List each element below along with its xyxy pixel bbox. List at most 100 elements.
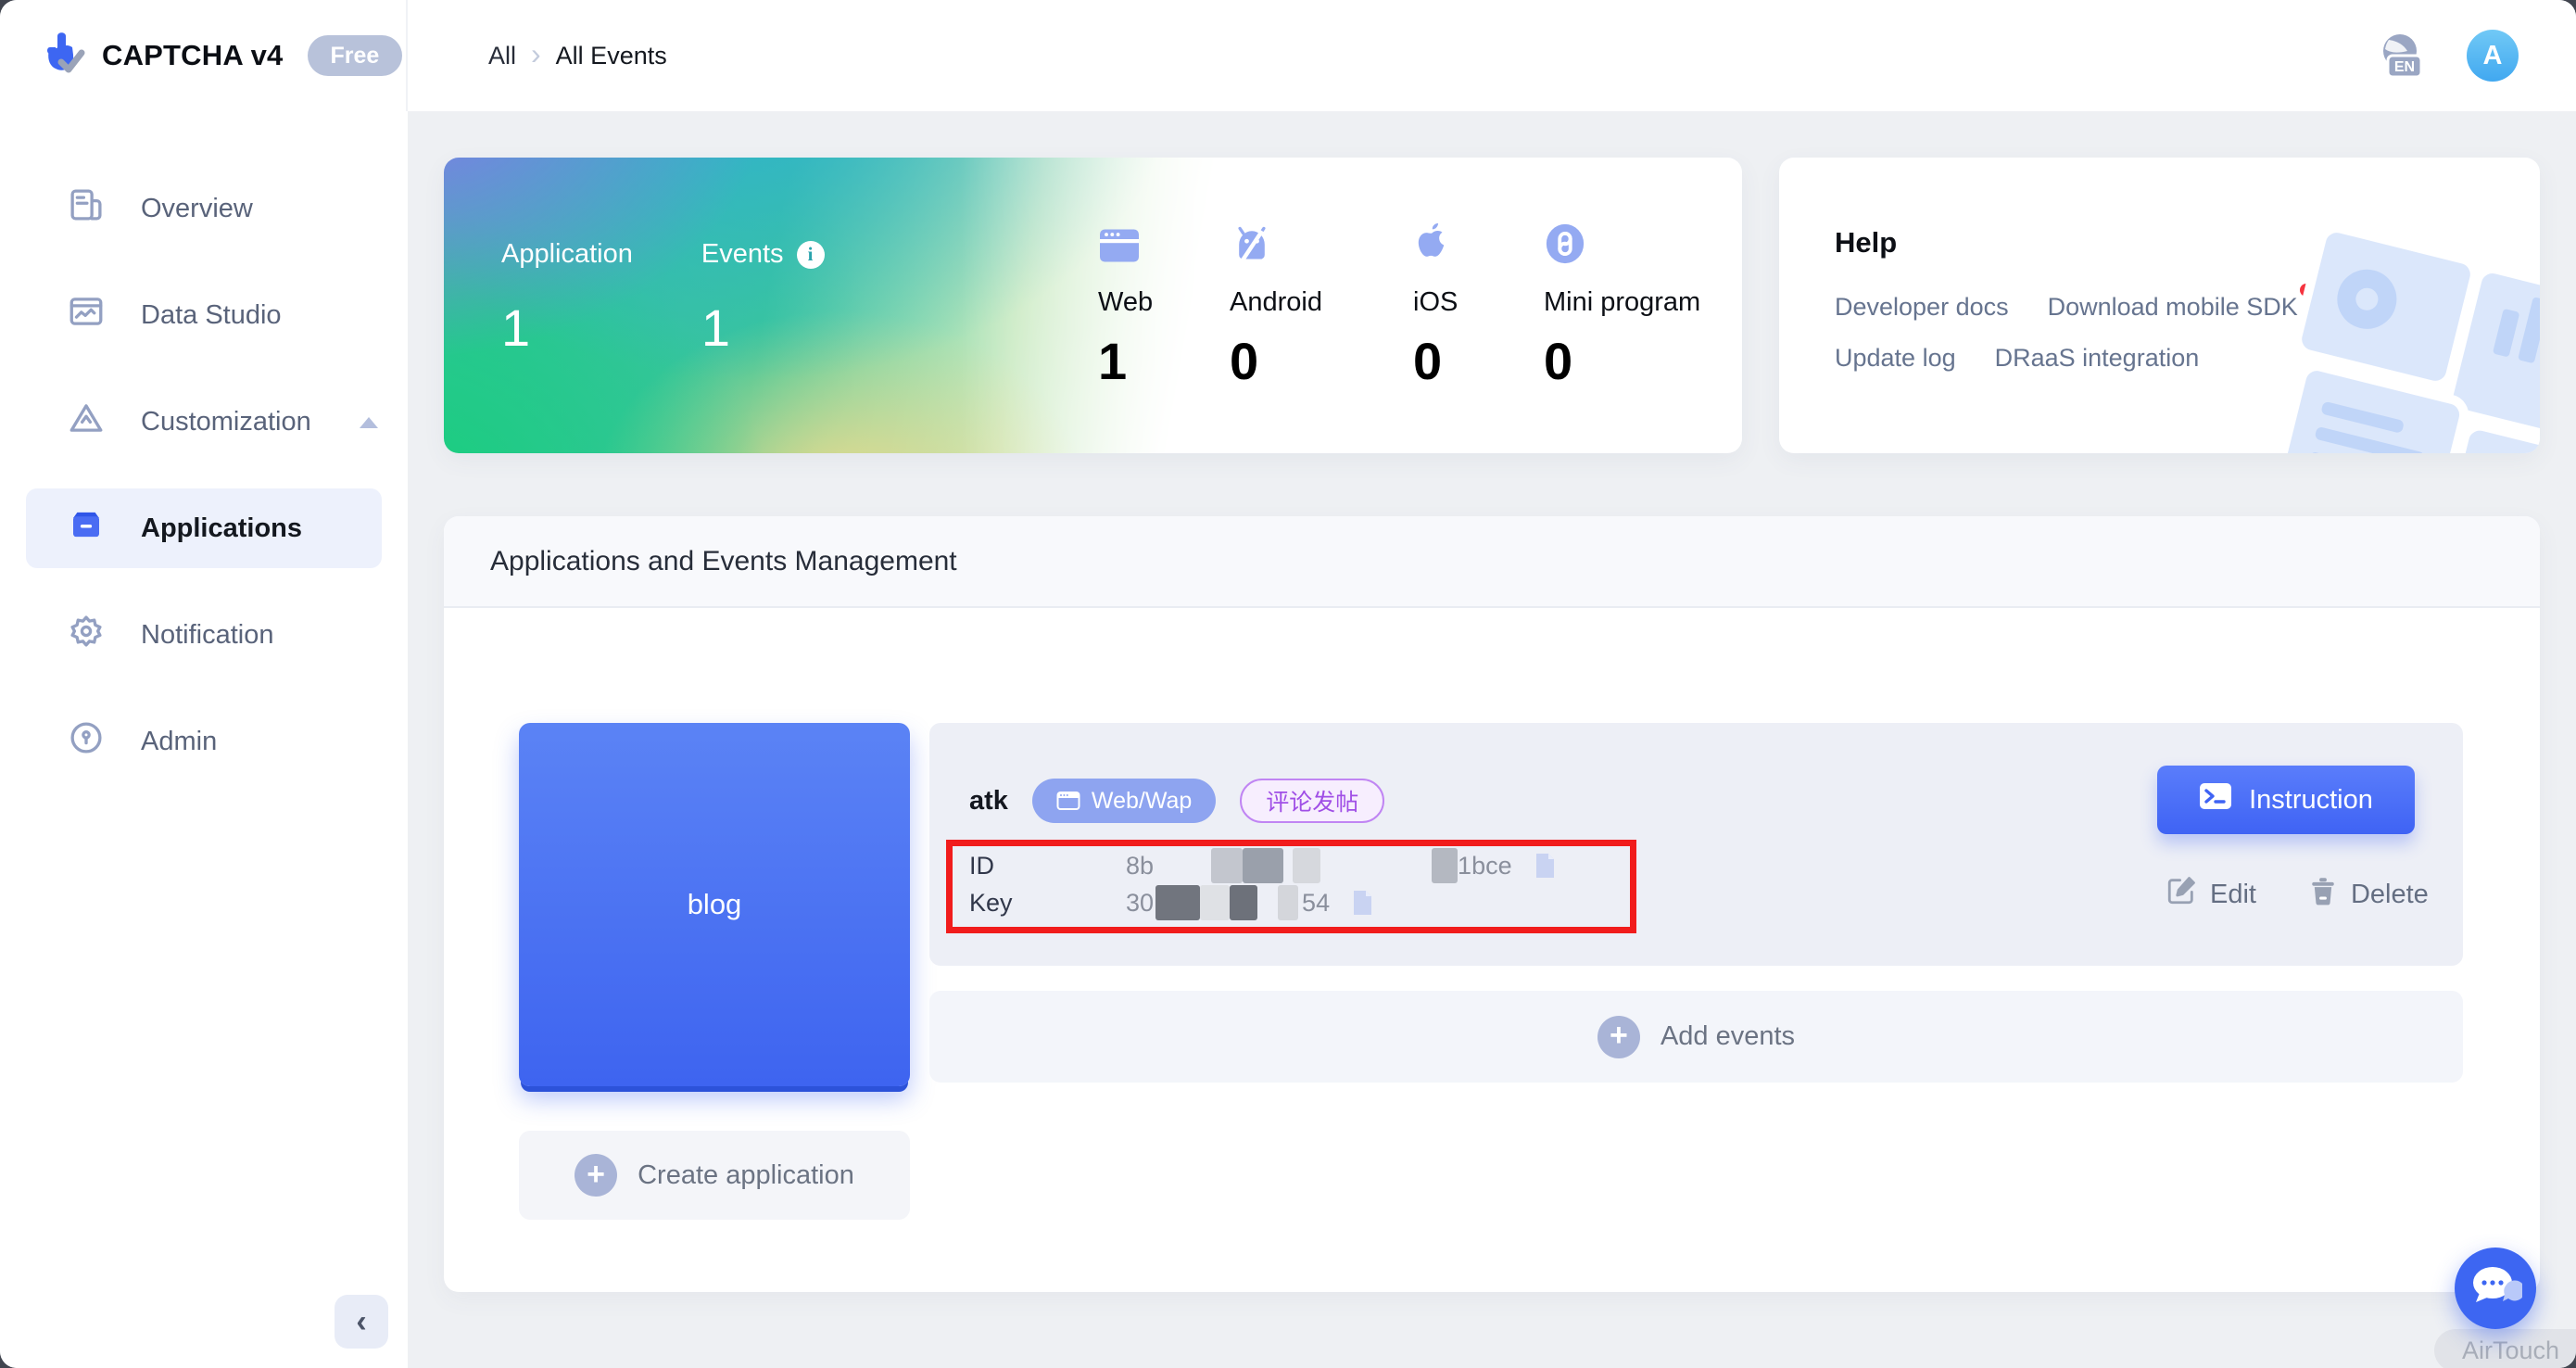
breadcrumb-separator-icon: › — [531, 39, 541, 72]
topbar-actions: EN A — [2376, 30, 2576, 82]
add-events-button[interactable]: + Add events — [929, 991, 2463, 1083]
link-update-log[interactable]: Update log — [1835, 344, 1956, 373]
sidebar-item-label: Applications — [141, 513, 302, 544]
collapse-caret-icon[interactable] — [360, 417, 378, 428]
platform-count: 0 — [1544, 331, 1700, 391]
platform-name: Web — [1098, 287, 1153, 318]
platform-name: Mini program — [1544, 287, 1700, 318]
sidebar-item-label: Overview — [141, 194, 253, 224]
captcha-logo-icon — [37, 29, 87, 83]
terminal-icon — [2199, 782, 2232, 817]
sidebar-item-admin[interactable]: Admin — [26, 702, 382, 781]
delete-label: Delete — [2351, 880, 2429, 910]
help-title: Help — [1835, 226, 1897, 260]
key-label: Key — [969, 889, 1126, 918]
breadcrumb-root[interactable]: All — [488, 42, 516, 70]
platform-ios: iOS 0 — [1413, 219, 1458, 391]
mini-program-icon — [1544, 219, 1700, 265]
event-header: atk Web/Wap 评论发帖 — [969, 779, 1384, 823]
gear-icon — [67, 612, 106, 658]
link-draas-integration[interactable]: DRaaS integration — [1995, 344, 2200, 373]
event-name: atk — [969, 786, 1008, 817]
svg-text:EN: EN — [2394, 59, 2415, 75]
plus-icon: + — [575, 1154, 617, 1197]
notification-dot — [2300, 284, 2313, 297]
add-events-label: Add events — [1661, 1021, 1795, 1052]
sidebar-item-label: Admin — [141, 727, 217, 757]
redaction-block — [1200, 885, 1230, 920]
plus-icon: + — [1597, 1016, 1640, 1058]
sidebar-item-data-studio[interactable]: Data Studio — [26, 275, 382, 355]
delete-button[interactable]: Delete — [2308, 875, 2429, 914]
application-name: blog — [688, 888, 742, 921]
redaction-block — [1278, 885, 1298, 920]
platform-badge: Web/Wap — [1032, 779, 1216, 823]
management-body: blog atk Web/Wap 评论发帖 — [444, 608, 2540, 1290]
platform-name: iOS — [1413, 287, 1458, 318]
sidebar-item-label: Notification — [141, 620, 273, 651]
plan-badge: Free — [308, 35, 403, 76]
id-value: 8b 1bce — [1126, 848, 1557, 883]
platform-count: 0 — [1230, 331, 1322, 391]
platform-mini-program: Mini program 0 — [1544, 219, 1700, 391]
redaction-block — [1211, 848, 1243, 883]
category-badge: 评论发帖 — [1240, 779, 1384, 823]
management-header: Applications and Events Management — [444, 516, 2540, 608]
event-panel: atk Web/Wap 评论发帖 ID — [929, 723, 2463, 966]
edit-label: Edit — [2210, 880, 2256, 910]
edit-icon — [2166, 875, 2197, 914]
sidebar-nav: Overview Data Studio Customization — [0, 111, 408, 781]
platform-android: Android 0 — [1230, 219, 1322, 391]
top-bar: CAPTCHA v4 Free All › All Events EN A — [0, 0, 2576, 111]
avatar[interactable]: A — [2467, 30, 2519, 82]
apple-icon — [1413, 219, 1458, 265]
sidebar-item-customization[interactable]: Customization — [26, 382, 382, 462]
key-row: Key 30 54 — [969, 884, 1557, 921]
chat-bubble-icon — [2469, 1262, 2522, 1315]
data-studio-icon — [67, 292, 106, 338]
airtouch-watermark: AirTouch — [2434, 1329, 2576, 1368]
sidebar-item-applications[interactable]: Applications — [26, 488, 382, 568]
customization-icon — [67, 399, 106, 445]
redaction-block — [1230, 885, 1257, 920]
help-card: Help Developer docs Download mobile SDK … — [1779, 158, 2540, 453]
instruction-label: Instruction — [2249, 785, 2373, 816]
id-label: ID — [969, 852, 1126, 880]
create-application-button[interactable]: + Create application — [519, 1131, 910, 1220]
applications-icon — [67, 505, 106, 551]
platform-stats: Web 1 Android 0 — [444, 219, 1742, 453]
browser-icon — [1056, 790, 1080, 812]
instruction-button[interactable]: Instruction — [2157, 766, 2415, 834]
management-title: Applications and Events Management — [490, 546, 957, 577]
redaction-block — [1293, 848, 1320, 883]
help-links: Developer docs Download mobile SDK Updat… — [1835, 293, 2372, 373]
breadcrumb: All › All Events — [488, 39, 667, 72]
key-value: 30 54 — [1126, 885, 1374, 920]
id-row: ID 8b 1bce — [969, 847, 1557, 884]
sidebar-collapse-button[interactable]: ‹ — [335, 1295, 388, 1349]
link-developer-docs[interactable]: Developer docs — [1835, 293, 2009, 322]
platform-count: 0 — [1413, 331, 1458, 391]
link-download-mobile-sdk[interactable]: Download mobile SDK — [2048, 293, 2298, 322]
edit-button[interactable]: Edit — [2166, 875, 2256, 914]
sidebar-item-overview[interactable]: Overview — [26, 169, 382, 248]
support-chat-button[interactable] — [2455, 1248, 2536, 1329]
credentials-group: ID 8b 1bce — [969, 847, 1557, 921]
event-actions: Edit Delete — [2166, 875, 2429, 914]
copy-icon[interactable] — [1350, 889, 1374, 917]
summary-row: Application 1 Events i 1 — [444, 158, 2540, 453]
sidebar: Overview Data Studio Customization — [0, 111, 408, 1368]
management-card: Applications and Events Management blog … — [444, 516, 2540, 1292]
sidebar-item-label: Customization — [141, 407, 311, 437]
create-application-label: Create application — [638, 1160, 854, 1191]
application-tile-blog[interactable]: blog — [519, 723, 910, 1086]
platform-web: Web 1 — [1098, 219, 1153, 391]
redaction-block — [1243, 848, 1283, 883]
copy-icon[interactable] — [1533, 852, 1557, 880]
lock-icon — [67, 718, 106, 765]
android-icon — [1230, 219, 1322, 265]
platform-count: 1 — [1098, 331, 1153, 391]
logo-area: CAPTCHA v4 Free — [0, 0, 408, 111]
language-switch-button[interactable]: EN — [2376, 31, 2426, 81]
sidebar-item-notification[interactable]: Notification — [26, 595, 382, 675]
